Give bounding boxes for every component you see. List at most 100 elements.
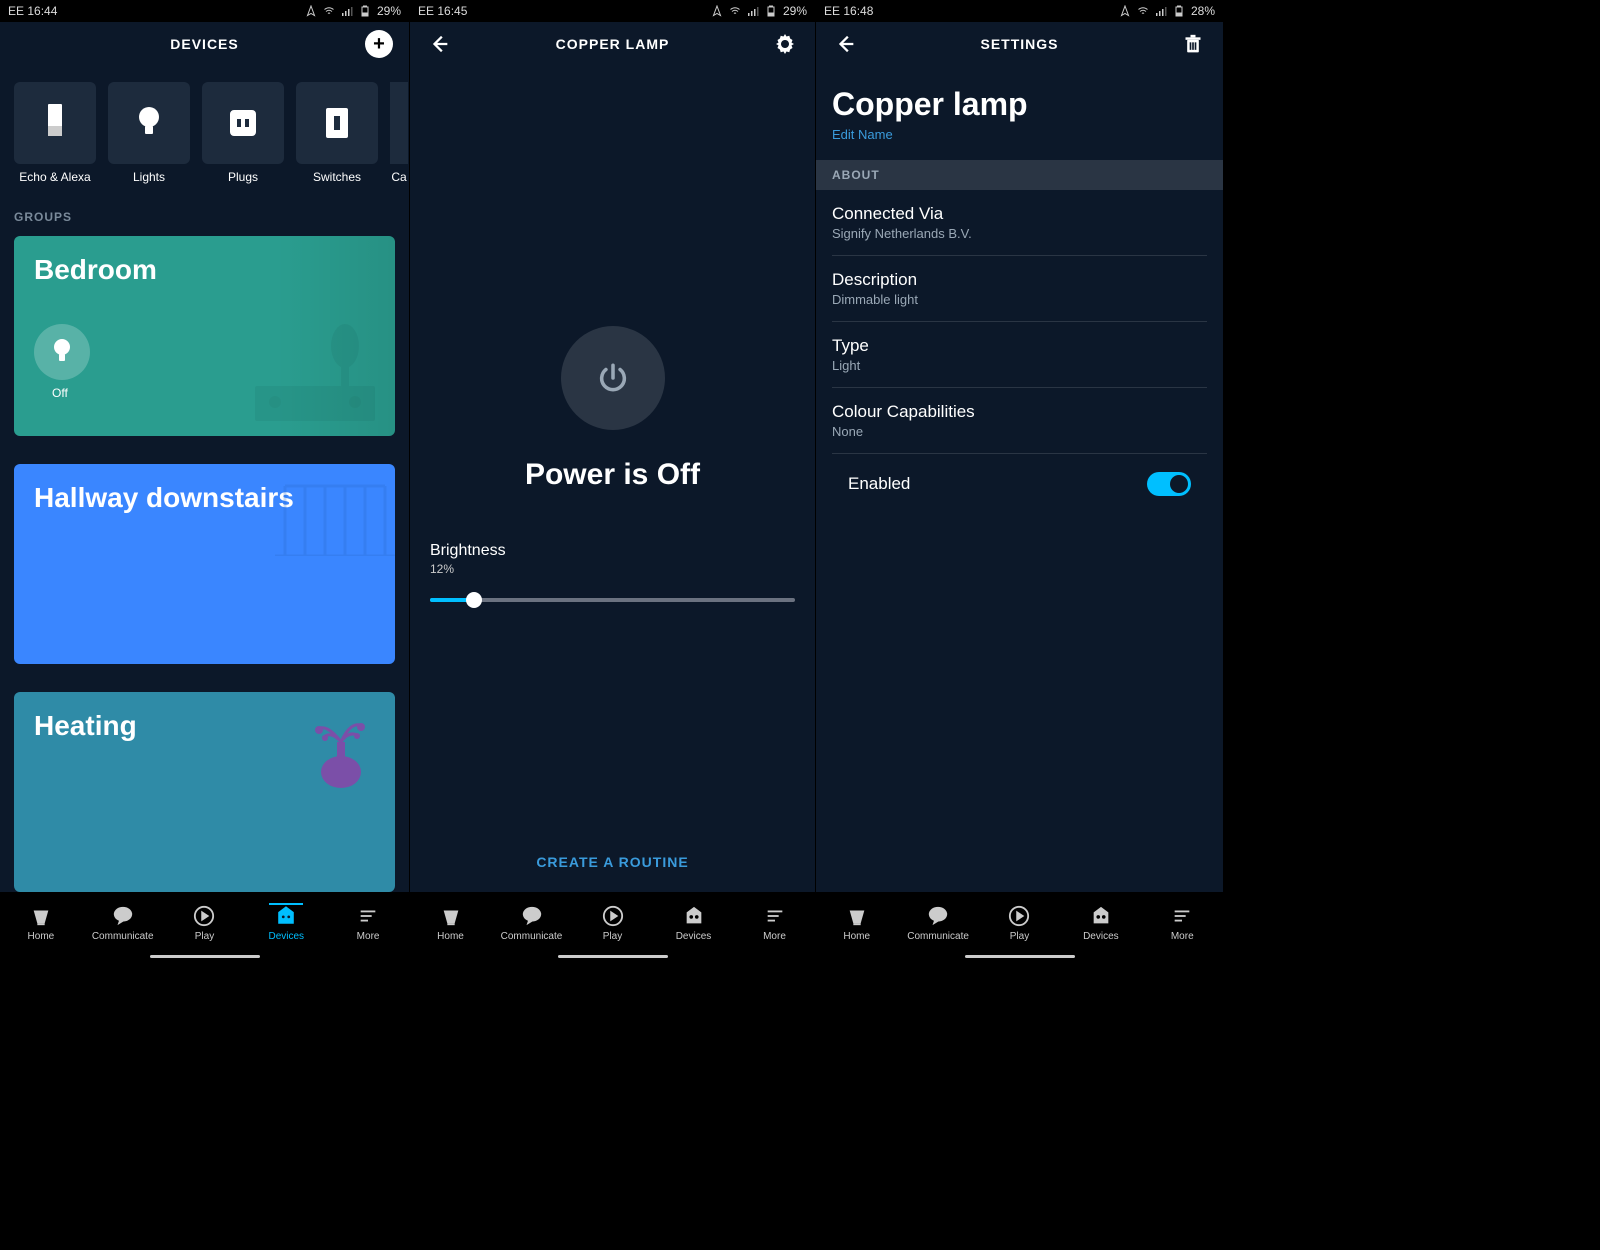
status-bar: EE 16:44 29% [0, 0, 409, 22]
nav-devices[interactable]: Devices [250, 905, 322, 942]
nav-home[interactable]: Home [821, 905, 893, 942]
group-bulb-button[interactable] [34, 324, 90, 380]
home-indicator [558, 955, 668, 958]
plug-icon [226, 106, 260, 140]
heating-illustration [311, 712, 371, 792]
group-heating[interactable]: Heating [14, 692, 395, 892]
nav-devices[interactable]: Devices [658, 905, 730, 942]
info-description: Description Dimmable light [832, 256, 1207, 322]
location-icon [711, 5, 723, 17]
bottom-nav: Home Communicate Play Devices More [816, 892, 1223, 960]
play-icon [602, 905, 624, 927]
group-hallway[interactable]: Hallway downstairs [14, 464, 395, 664]
home-icon [846, 905, 868, 927]
enabled-toggle[interactable] [1147, 472, 1191, 496]
nav-play[interactable]: Play [168, 905, 240, 942]
status-bar: EE 16:45 29% [410, 0, 815, 22]
chat-icon [521, 905, 543, 927]
info-colour: Colour Capabilities None [832, 388, 1207, 454]
chat-icon [112, 905, 134, 927]
devices-icon [683, 905, 705, 927]
screen-copper-lamp: EE 16:45 29% COPPER LAMP Power is Off Br… [410, 0, 816, 960]
group-state: Off [52, 386, 375, 400]
category-lights[interactable]: Lights [108, 82, 190, 184]
signal-icon [341, 5, 353, 17]
nav-more[interactable]: More [1146, 905, 1218, 942]
app-bar: COPPER LAMP [410, 22, 815, 66]
screen-devices: EE 16:44 29% DEVICES + Echo & Alexa Ligh… [0, 0, 410, 960]
app-bar: SETTINGS [816, 22, 1223, 66]
device-name: Copper lamp [816, 66, 1223, 127]
battery-pct: 28% [1191, 4, 1215, 18]
play-icon [193, 905, 215, 927]
category-plugs[interactable]: Plugs [202, 82, 284, 184]
carrier-time: EE 16:48 [824, 4, 873, 18]
nav-communicate[interactable]: Communicate [87, 905, 159, 942]
battery-icon [359, 5, 371, 17]
arrow-left-icon [835, 33, 857, 55]
brightness-label: Brightness [430, 542, 795, 560]
nav-home[interactable]: Home [5, 905, 77, 942]
signal-icon [747, 5, 759, 17]
info-type: Type Light [832, 322, 1207, 388]
signal-icon [1155, 5, 1167, 17]
battery-pct: 29% [783, 4, 807, 18]
nav-play[interactable]: Play [983, 905, 1055, 942]
play-icon [1008, 905, 1030, 927]
wifi-icon [729, 5, 741, 17]
nav-play[interactable]: Play [577, 905, 649, 942]
nav-communicate[interactable]: Communicate [902, 905, 974, 942]
groups-header: GROUPS [14, 210, 395, 224]
devices-icon [275, 905, 297, 927]
back-button[interactable] [426, 30, 454, 58]
brightness-slider[interactable] [430, 590, 795, 610]
home-icon [440, 905, 462, 927]
group-bedroom[interactable]: Bedroom Off [14, 236, 395, 436]
brightness-value: 12% [430, 562, 795, 576]
group-name: Bedroom [34, 254, 375, 286]
bottom-nav: Home Communicate Play Devices More [0, 892, 409, 960]
trash-icon [1183, 33, 1203, 55]
nav-communicate[interactable]: Communicate [496, 905, 568, 942]
app-bar: DEVICES + [0, 22, 409, 66]
add-button[interactable]: + [365, 30, 393, 58]
bulb-icon [136, 106, 162, 140]
category-switches[interactable]: Switches [296, 82, 378, 184]
page-title: DEVICES [44, 36, 365, 52]
nav-devices[interactable]: Devices [1065, 905, 1137, 942]
battery-pct: 29% [377, 4, 401, 18]
wifi-icon [1137, 5, 1149, 17]
echo-icon [42, 104, 68, 142]
bedroom-illustration [235, 316, 395, 436]
category-echo-alexa[interactable]: Echo & Alexa [14, 82, 96, 184]
chat-icon [927, 905, 949, 927]
category-cameras[interactable]: Ca [390, 82, 408, 184]
power-button[interactable] [561, 326, 665, 430]
back-button[interactable] [832, 30, 860, 58]
page-title: COPPER LAMP [454, 36, 771, 52]
nav-more[interactable]: More [332, 905, 404, 942]
more-icon [1171, 905, 1193, 927]
power-status: Power is Off [525, 458, 700, 492]
page-title: SETTINGS [860, 36, 1179, 52]
devices-icon [1090, 905, 1112, 927]
about-header: ABOUT [816, 160, 1223, 190]
create-routine-link[interactable]: CREATE A ROUTINE [536, 854, 688, 870]
carrier-time: EE 16:45 [418, 4, 467, 18]
home-indicator [965, 955, 1075, 958]
status-bar: EE 16:48 28% [816, 0, 1223, 22]
nav-more[interactable]: More [739, 905, 811, 942]
edit-name-link[interactable]: Edit Name [816, 127, 1223, 160]
settings-button[interactable] [771, 30, 799, 58]
gear-icon [773, 32, 797, 56]
info-connected-via[interactable]: Connected Via Signify Netherlands B.V. [832, 190, 1207, 256]
nav-home[interactable]: Home [415, 905, 487, 942]
more-icon [764, 905, 786, 927]
arrow-left-icon [429, 33, 451, 55]
more-icon [357, 905, 379, 927]
delete-button[interactable] [1179, 30, 1207, 58]
enabled-row: Enabled [832, 454, 1207, 514]
category-row[interactable]: Echo & Alexa Lights Plugs Switches Ca [14, 82, 395, 184]
hallway-illustration [275, 476, 395, 556]
carrier-time: EE 16:44 [8, 4, 57, 18]
